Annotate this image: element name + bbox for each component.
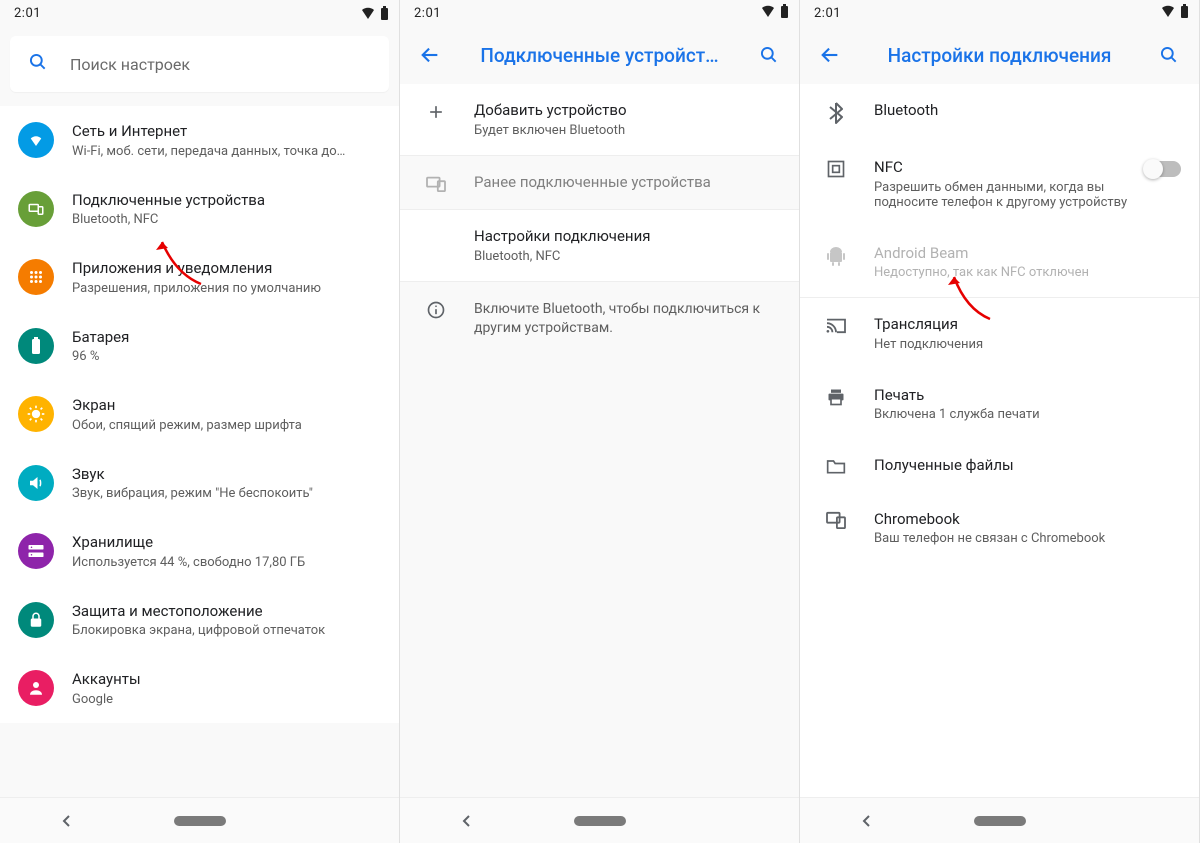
- nav-home-button[interactable]: [560, 806, 640, 836]
- toolbar: Настройки подключения: [800, 26, 1199, 84]
- setting-storage[interactable]: ХранилищеИспользуется 44 %, свободно 17,…: [0, 517, 399, 586]
- nav-back-button[interactable]: [27, 806, 107, 836]
- setting-network[interactable]: Сеть и ИнтернетWi-Fi, моб. сети, передач…: [0, 106, 399, 175]
- toolbar-title: Подключенные устройст…: [450, 44, 749, 67]
- toolbar: Подключенные устройст…: [400, 26, 799, 84]
- battery-icon: [780, 4, 789, 23]
- print-row[interactable]: ПечатьВключена 1 служба печати: [800, 369, 1199, 440]
- chromebook-row[interactable]: ChromebookВаш телефон не связан с Chrome…: [800, 493, 1199, 564]
- wifi-icon: [18, 122, 54, 158]
- nav-bar: [800, 797, 1199, 843]
- info-icon: [418, 300, 454, 339]
- chromebook-icon: [818, 510, 854, 529]
- blank-icon: [418, 227, 454, 228]
- android-beam-row: Android BeamНедоступно, так как NFC откл…: [800, 227, 1199, 298]
- search-button[interactable]: [1149, 35, 1189, 75]
- connection-preferences-row[interactable]: Настройки подключенияBluetooth, NFC: [400, 210, 799, 281]
- search-input[interactable]: Поиск настроек: [10, 36, 389, 92]
- setting-security[interactable]: Защита и местоположениеБлокировка экрана…: [0, 586, 399, 655]
- setting-sound[interactable]: ЗвукЗвук, вибрация, режим "Не беспокоить…: [0, 449, 399, 518]
- cast-row[interactable]: ТрансляцияНет подключения: [800, 298, 1199, 369]
- nfc-toggle[interactable]: [1145, 161, 1181, 177]
- previously-connected-row[interactable]: Ранее подключенные устройства: [400, 156, 799, 210]
- status-bar: 2:01: [0, 0, 399, 26]
- display-icon: [18, 396, 54, 432]
- status-time: 2:01: [814, 6, 841, 21]
- nav-back-button[interactable]: [427, 806, 507, 836]
- battery-icon: [18, 328, 54, 364]
- wifi-icon: [1160, 4, 1176, 22]
- status-bar: 2:01: [800, 0, 1199, 26]
- search-button[interactable]: [749, 35, 789, 75]
- android-icon: [818, 244, 854, 267]
- search-placeholder: Поиск настроек: [70, 55, 190, 74]
- add-device-row[interactable]: Добавить устройствоБудет включен Bluetoo…: [400, 84, 799, 155]
- bluetooth-row[interactable]: Bluetooth: [800, 84, 1199, 141]
- screen-connected-devices: 2:01 Подключенные устройст… Добавить уст…: [400, 0, 800, 843]
- nfc-icon: [818, 158, 854, 179]
- status-time: 2:01: [14, 6, 41, 21]
- screen-connection-preferences: 2:01 Настройки подключения Bluetooth NFC…: [800, 0, 1200, 843]
- nav-recents-spacer: [293, 806, 373, 836]
- nfc-row[interactable]: NFCРазрешить обмен данными, когда вы под…: [800, 141, 1199, 227]
- security-icon: [18, 602, 54, 638]
- setting-accounts[interactable]: АккаунтыGoogle: [0, 654, 399, 723]
- nav-bar: [0, 797, 399, 843]
- print-icon: [818, 386, 854, 407]
- bluetooth-info-row: Включите Bluetooth, чтобы подключиться к…: [400, 282, 799, 357]
- battery-icon: [380, 6, 389, 21]
- wifi-icon: [760, 4, 776, 22]
- bluetooth-icon: [818, 101, 854, 124]
- setting-battery[interactable]: Батарея96 %: [0, 312, 399, 381]
- back-button[interactable]: [810, 35, 850, 75]
- wifi-icon: [360, 6, 376, 20]
- plus-icon: [418, 101, 454, 122]
- nav-back-button[interactable]: [827, 806, 907, 836]
- devices-icon: [18, 191, 54, 227]
- accounts-icon: [18, 670, 54, 706]
- battery-icon: [1180, 4, 1189, 23]
- status-bar: 2:01: [400, 0, 799, 26]
- nav-home-button[interactable]: [960, 806, 1040, 836]
- back-button[interactable]: [410, 35, 450, 75]
- nav-recents-spacer: [693, 806, 773, 836]
- devices-icon: [418, 173, 454, 192]
- sound-icon: [18, 465, 54, 501]
- apps-icon: [18, 259, 54, 295]
- search-icon: [28, 52, 48, 76]
- nav-recents-spacer: [1093, 806, 1173, 836]
- setting-apps[interactable]: Приложения и уведомленияРазрешения, прил…: [0, 243, 399, 312]
- screen-settings-main: 2:01 Поиск настроек Сеть и ИнтернетWi-Fi…: [0, 0, 400, 843]
- nav-home-button[interactable]: [160, 806, 240, 836]
- nav-bar: [400, 797, 799, 843]
- storage-icon: [18, 533, 54, 569]
- setting-display[interactable]: ЭкранОбои, спящий режим, размер шрифта: [0, 380, 399, 449]
- setting-connected-devices[interactable]: Подключенные устройстваBluetooth, NFC: [0, 175, 399, 244]
- toolbar-title: Настройки подключения: [850, 44, 1149, 67]
- status-time: 2:01: [414, 6, 441, 21]
- received-files-row[interactable]: Полученные файлы: [800, 439, 1199, 493]
- cast-icon: [818, 315, 854, 334]
- folder-icon: [818, 456, 854, 475]
